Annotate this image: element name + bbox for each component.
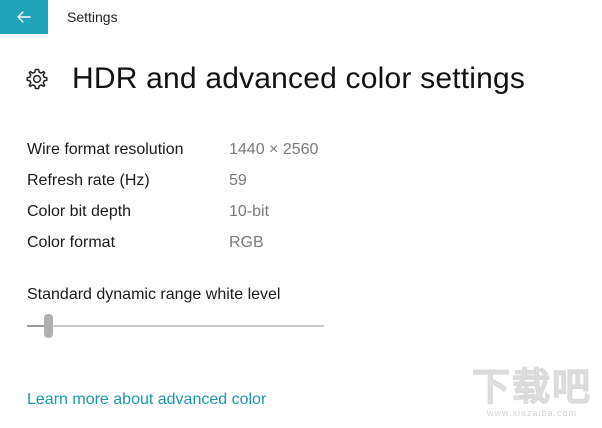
info-value: RGB xyxy=(229,233,264,251)
app-title: Settings xyxy=(67,9,118,25)
slider-label: Standard dynamic range white level xyxy=(27,286,281,303)
info-value: 59 xyxy=(229,171,247,189)
info-row-color-format: Color format RGB xyxy=(27,227,318,258)
learn-more-link[interactable]: Learn more about advanced color xyxy=(27,391,266,409)
slider-track xyxy=(27,325,324,327)
gear-icon xyxy=(24,66,50,92)
info-label: Color bit depth xyxy=(27,202,132,220)
sdr-white-level-section: Standard dynamic range white level xyxy=(27,286,324,338)
watermark-url: www.xiazaiba.com xyxy=(486,408,577,418)
info-row-resolution: Wire format resolution 1440 × 2560 xyxy=(27,134,318,165)
info-label: Refresh rate (Hz) xyxy=(27,171,150,189)
info-value: 1440 × 2560 xyxy=(229,140,319,158)
sdr-white-level-slider[interactable] xyxy=(27,314,324,338)
info-value: 10-bit xyxy=(229,202,270,220)
page-header: HDR and advanced color settings xyxy=(24,62,525,96)
info-label: Wire format resolution xyxy=(27,140,184,158)
info-row-refresh-rate: Refresh rate (Hz) 59 xyxy=(27,165,318,196)
display-info-list: Wire format resolution 1440 × 2560 Refre… xyxy=(27,134,318,258)
watermark-logo: 下载吧 www.xiazaiba.com xyxy=(471,367,592,419)
page-title: HDR and advanced color settings xyxy=(72,62,526,95)
title-bar: Settings xyxy=(0,0,602,34)
back-button[interactable] xyxy=(0,0,48,34)
info-label: Color format xyxy=(27,233,116,251)
watermark-text: 下载吧 xyxy=(471,367,592,409)
back-arrow-icon xyxy=(17,11,31,23)
slider-thumb[interactable] xyxy=(44,314,53,338)
info-row-bit-depth: Color bit depth 10-bit xyxy=(27,196,318,227)
settings-window: Settings HDR and advanced color settings… xyxy=(0,0,602,428)
